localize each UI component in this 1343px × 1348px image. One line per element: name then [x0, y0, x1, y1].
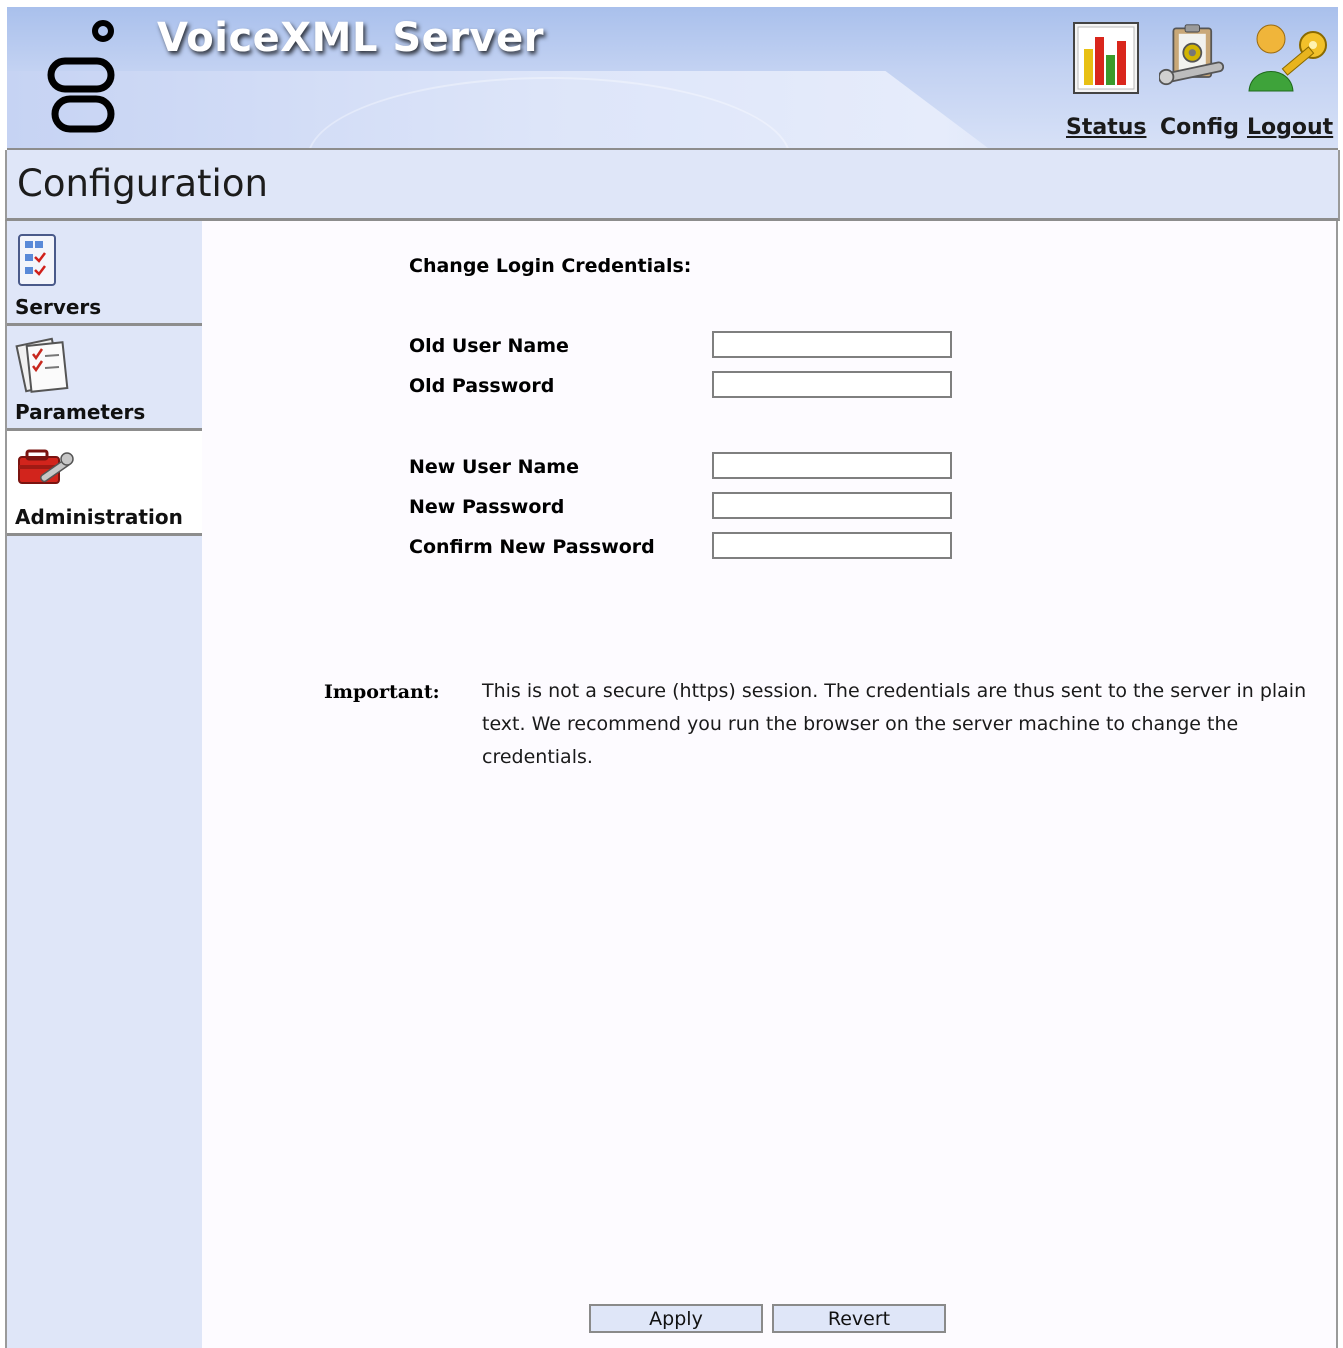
user-key-icon[interactable]: [1247, 19, 1337, 99]
config-clipboard-icon[interactable]: [1159, 19, 1231, 99]
app-header: VoiceXML Server Status Config Logout: [7, 7, 1338, 151]
form-heading: Change Login Credentials:: [409, 255, 692, 277]
toolbox-wrench-icon: [18, 449, 74, 484]
app-title: VoiceXML Server: [157, 15, 544, 61]
main-content: Change Login Credentials: Old User Name …: [202, 221, 1338, 1348]
old-password-label: Old Password: [409, 375, 555, 397]
old-user-name-label: Old User Name: [409, 335, 569, 357]
genesys-logo-icon: [47, 20, 115, 133]
old-password-field[interactable]: [712, 371, 952, 398]
sidebar-item-administration[interactable]: Administration: [7, 431, 204, 536]
old-user-name-field[interactable]: [712, 331, 952, 358]
bar-chart-icon[interactable]: [1071, 19, 1143, 99]
nav-status-link[interactable]: Status: [1066, 115, 1146, 140]
page-title: Configuration: [17, 162, 268, 205]
new-user-name-field[interactable]: [712, 452, 952, 479]
page-title-band: Configuration: [5, 150, 1340, 221]
new-password-field[interactable]: [712, 492, 952, 519]
new-password-label: New Password: [409, 496, 565, 518]
revert-button[interactable]: Revert: [772, 1304, 946, 1333]
sidebar-item-parameters[interactable]: Parameters: [7, 326, 202, 431]
servers-checklist-icon: [18, 234, 56, 286]
sidebar-item-label: Administration: [15, 505, 183, 529]
sidebar: Servers Parameters Administration: [5, 221, 204, 1348]
apply-button[interactable]: Apply: [589, 1304, 763, 1333]
nav-logout-link[interactable]: Logout: [1247, 115, 1333, 140]
sidebar-item-servers[interactable]: Servers: [7, 221, 202, 326]
nav-config-link[interactable]: Config: [1160, 115, 1239, 140]
confirm-new-password-field[interactable]: [712, 532, 952, 559]
confirm-new-password-label: Confirm New Password: [409, 536, 655, 558]
important-label: Important:: [324, 681, 440, 703]
sidebar-item-label: Servers: [15, 295, 102, 319]
sidebar-item-label: Parameters: [15, 400, 146, 424]
new-user-name-label: New User Name: [409, 456, 579, 478]
important-notice-text: This is not a secure (https) session. Th…: [482, 680, 1307, 768]
parameters-document-icon: [15, 337, 69, 393]
